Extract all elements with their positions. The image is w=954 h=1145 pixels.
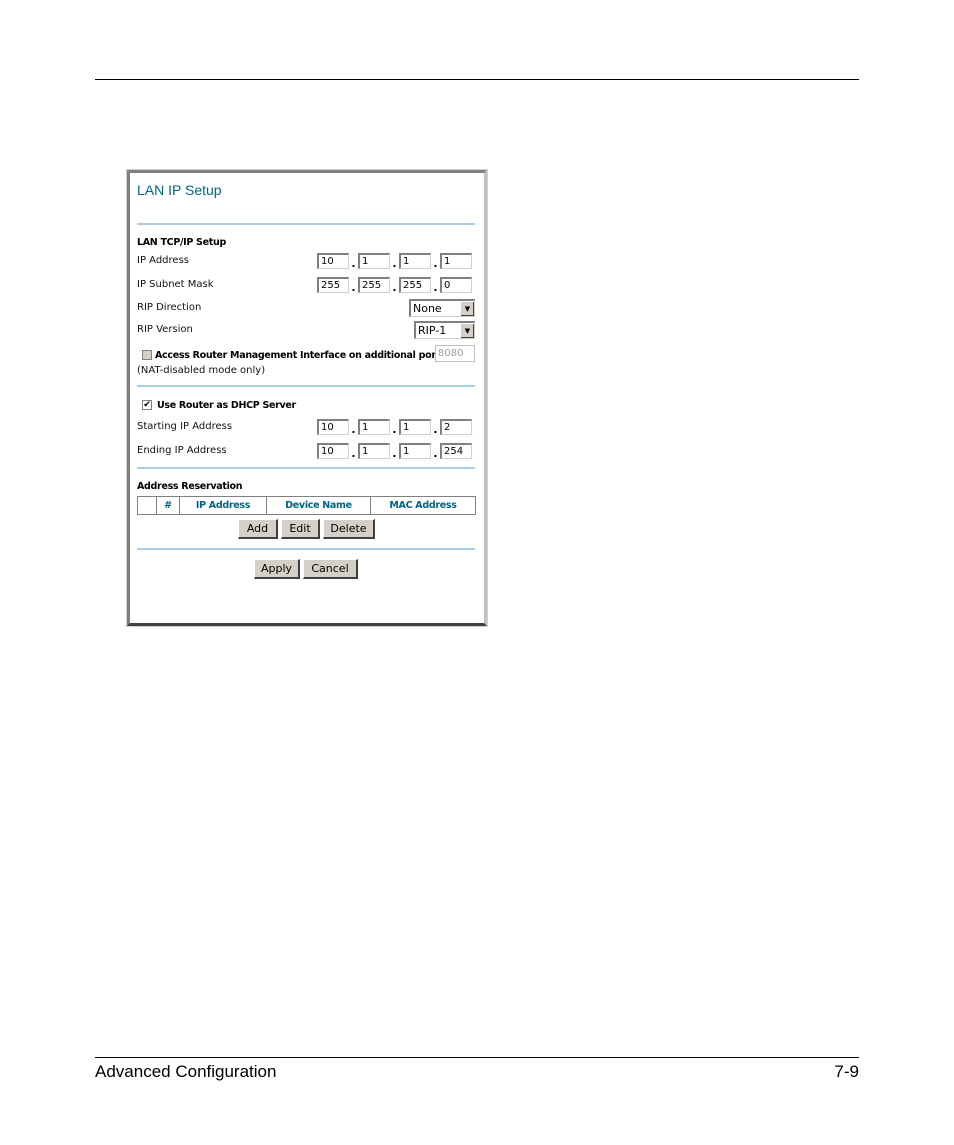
lan-tcpip-heading: LAN TCP/IP Setup — [137, 237, 226, 248]
end-octet-1[interactable]: 10 — [317, 443, 349, 459]
start-octet-4[interactable]: 2 — [440, 419, 472, 435]
select-column-header — [137, 496, 157, 515]
ip-octet-2[interactable]: 1 — [358, 253, 390, 269]
dot-separator: . — [392, 257, 397, 270]
header-rule — [95, 79, 859, 80]
remote-mgmt-checkbox[interactable] — [142, 350, 152, 360]
cancel-button[interactable]: Cancel — [303, 559, 358, 579]
ip-address-label: IP Address — [137, 255, 189, 266]
ip-address-column-header: IP Address — [179, 496, 267, 515]
footer-section-title: Advanced Configuration — [95, 1062, 277, 1081]
rip-version-value: RIP-1 — [418, 324, 447, 337]
table-header-row: # IP Address Device Name MAC Address — [137, 496, 476, 515]
edit-button[interactable]: Edit — [281, 519, 320, 539]
rip-direction-select[interactable]: None ▼ — [409, 299, 475, 317]
start-octet-3[interactable]: 1 — [399, 419, 431, 435]
dot-separator: . — [392, 423, 397, 436]
apply-button[interactable]: Apply — [254, 559, 300, 579]
mask-octet-1[interactable]: 255 — [317, 277, 349, 293]
delete-button[interactable]: Delete — [323, 519, 375, 539]
dot-separator: . — [433, 447, 438, 460]
add-button[interactable]: Add — [238, 519, 278, 539]
starting-ip-label: Starting IP Address — [137, 421, 233, 432]
page-number: 7-9 — [834, 1062, 859, 1081]
ip-address-field: 10 . 1 . 1 . 1 — [317, 253, 472, 269]
ip-octet-3[interactable]: 1 — [399, 253, 431, 269]
starting-ip-field: 10 . 1 . 1 . 2 — [317, 419, 472, 435]
divider — [137, 467, 475, 469]
dot-separator: . — [433, 257, 438, 270]
start-octet-2[interactable]: 1 — [358, 419, 390, 435]
nat-note: (NAT-disabled mode only) — [137, 365, 266, 376]
dot-separator: . — [392, 281, 397, 294]
remote-mgmt-label: Access Router Management Interface on ad… — [155, 350, 440, 361]
mac-address-column-header: MAC Address — [370, 496, 476, 515]
dot-separator: . — [392, 447, 397, 460]
rip-direction-label: RIP Direction — [137, 302, 202, 313]
dot-separator: . — [351, 423, 356, 436]
rip-version-label: RIP Version — [137, 324, 193, 335]
mask-octet-2[interactable]: 255 — [358, 277, 390, 293]
subnet-mask-field: 255 . 255 . 255 . 0 — [317, 277, 472, 293]
subnet-mask-label: IP Subnet Mask — [137, 279, 214, 290]
number-column-header: # — [156, 496, 180, 515]
device-name-column-header: Device Name — [266, 496, 371, 515]
page-title: LAN IP Setup — [137, 182, 222, 198]
dot-separator: . — [351, 281, 356, 294]
reservation-table: # IP Address Device Name MAC Address — [137, 496, 476, 515]
dot-separator: . — [433, 423, 438, 436]
ending-ip-label: Ending IP Address — [137, 445, 227, 456]
address-reservation-heading: Address Reservation — [137, 481, 243, 492]
end-octet-2[interactable]: 1 — [358, 443, 390, 459]
end-octet-3[interactable]: 1 — [399, 443, 431, 459]
dhcp-server-label: Use Router as DHCP Server — [157, 400, 296, 411]
ip-octet-4[interactable]: 1 — [440, 253, 472, 269]
lan-ip-setup-screenshot: LAN IP Setup LAN TCP/IP Setup IP Address… — [126, 169, 488, 627]
divider — [137, 385, 475, 387]
dot-separator: . — [433, 281, 438, 294]
ip-octet-1[interactable]: 10 — [317, 253, 349, 269]
rip-version-select[interactable]: RIP-1 ▼ — [414, 321, 475, 339]
port-input[interactable]: 8080 — [435, 345, 475, 362]
start-octet-1[interactable]: 10 — [317, 419, 349, 435]
mask-octet-3[interactable]: 255 — [399, 277, 431, 293]
divider — [137, 223, 475, 225]
mask-octet-4[interactable]: 0 — [440, 277, 472, 293]
dot-separator: . — [351, 447, 356, 460]
end-octet-4[interactable]: 254 — [440, 443, 472, 459]
chevron-down-icon[interactable]: ▼ — [460, 323, 474, 338]
divider — [137, 548, 475, 550]
dhcp-server-checkbox[interactable]: ✔ — [142, 400, 152, 410]
ending-ip-field: 10 . 1 . 1 . 254 — [317, 443, 472, 459]
rip-direction-value: None — [413, 302, 442, 315]
dot-separator: . — [351, 257, 356, 270]
chevron-down-icon[interactable]: ▼ — [460, 301, 474, 316]
footer-rule — [95, 1057, 859, 1058]
